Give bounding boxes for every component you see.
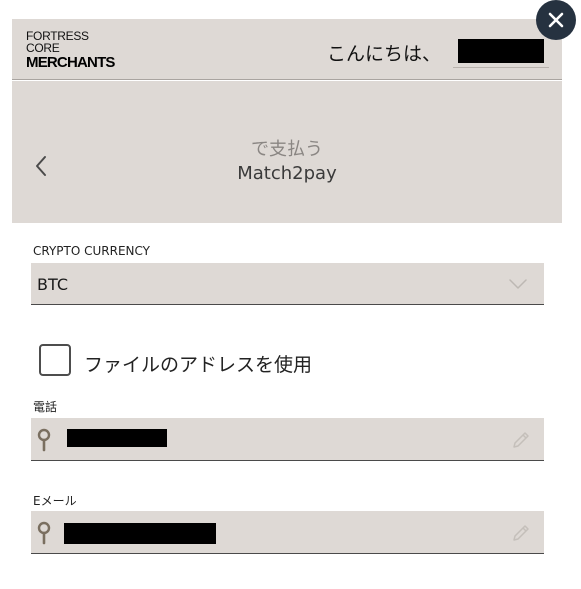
redacted-phone-value [67, 429, 167, 447]
brand-logo[interactable]: FORTRESS CORE MERCHANTS [26, 30, 115, 70]
payment-method-header: で支払う Match2pay [12, 81, 562, 223]
logo-line-2: CORE [26, 41, 60, 55]
phone-label: 電話 [33, 400, 58, 414]
top-header: FORTRESS CORE MERCHANTS こんにちは、 [12, 19, 562, 80]
email-input[interactable] [31, 511, 544, 554]
use-file-address-label[interactable]: ファイルのアドレスを使用 [84, 350, 312, 377]
crypto-currency-select[interactable]: BTC [31, 263, 544, 305]
phone-input[interactable] [31, 418, 544, 461]
crypto-currency-value: BTC [37, 275, 68, 294]
pay-with-label: で支払う [251, 139, 323, 160]
greeting-text: こんにちは、 [327, 43, 442, 65]
pencil-icon[interactable] [511, 430, 531, 450]
key-icon [37, 428, 51, 452]
logo-line-3: MERCHANTS [26, 54, 115, 71]
chevron-down-icon [509, 279, 527, 289]
close-button[interactable] [536, 0, 576, 40]
pencil-icon[interactable] [511, 523, 531, 543]
redacted-email-value [64, 523, 216, 544]
crypto-currency-label: CRYPTO CURRENCY [33, 244, 150, 258]
payment-method-name: Match2pay [237, 163, 337, 184]
username-underline [453, 67, 549, 68]
use-file-address-checkbox[interactable] [39, 344, 71, 376]
key-icon [37, 521, 51, 545]
redacted-username[interactable] [458, 39, 544, 63]
close-icon [548, 12, 564, 28]
email-label: Eメール [33, 494, 77, 508]
